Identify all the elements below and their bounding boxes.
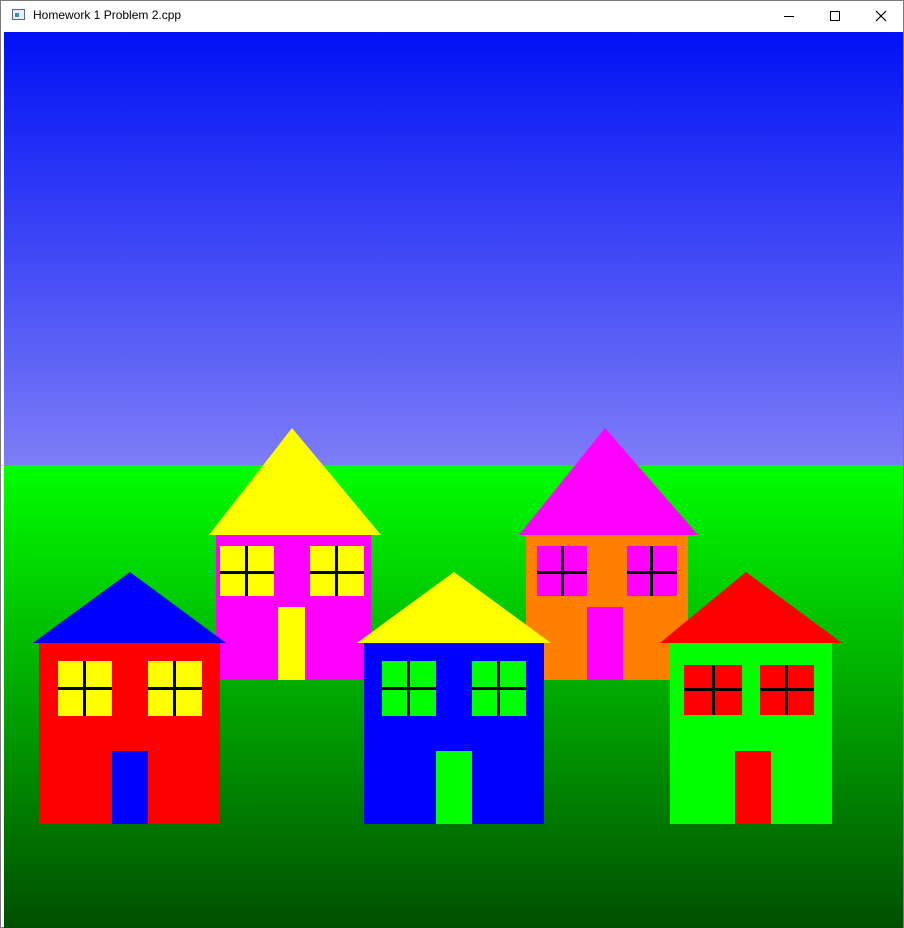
minimize-button[interactable]	[766, 1, 812, 31]
house-window	[537, 546, 587, 596]
title-bar[interactable]: Homework 1 Problem 2.cpp	[1, 1, 903, 31]
house-window	[58, 661, 112, 716]
house-window	[627, 546, 677, 596]
house-window	[472, 661, 526, 716]
app-window-icon	[12, 9, 25, 20]
drawing-canvas	[4, 32, 903, 928]
house-window	[684, 665, 742, 715]
maximize-icon	[830, 11, 840, 21]
house-window	[760, 665, 814, 715]
house-window	[310, 546, 364, 596]
minimize-icon	[784, 16, 794, 17]
maximize-button[interactable]	[812, 1, 858, 31]
house-door	[735, 751, 771, 824]
house-door	[112, 751, 148, 824]
house-door	[436, 751, 472, 824]
house-window	[382, 661, 436, 716]
house-door	[587, 607, 623, 680]
house-window	[148, 661, 202, 716]
house-window	[220, 546, 274, 596]
house-door	[278, 607, 305, 680]
close-button[interactable]	[858, 1, 904, 31]
sky	[4, 32, 903, 465]
app-window: Homework 1 Problem 2.cpp	[0, 0, 904, 928]
window-title: Homework 1 Problem 2.cpp	[33, 8, 182, 22]
close-icon	[875, 10, 887, 22]
